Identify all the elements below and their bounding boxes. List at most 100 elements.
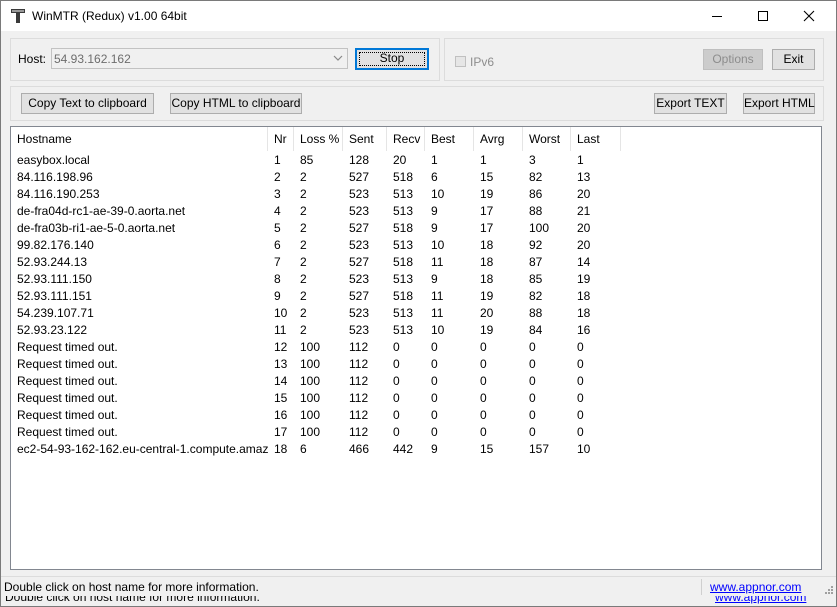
cell-hostname[interactable]: 52.93.244.13 [11,254,268,271]
copy-html-button[interactable]: Copy HTML to clipboard [170,93,302,114]
cell-worst: 82 [529,289,543,303]
copy-text-button[interactable]: Copy Text to clipboard [21,93,154,114]
cell-best: 0 [431,425,438,439]
cell-hostname[interactable]: Request timed out. [11,339,268,356]
cell-loss: 100 [300,357,321,371]
title-bar[interactable]: WinMTR (Redux) v1.00 64bit [1,1,836,31]
chevron-down-icon[interactable] [333,53,343,63]
cell-hostname[interactable]: 52.93.23.122 [11,322,268,339]
appnor-link-artifact: www.appnor.com [715,596,807,604]
table-row[interactable]: de-fra03b-ri1-ae-5-0.aorta.net 5 2 527 518 9 1… [11,220,821,237]
column-header-worst[interactable]: Worst [523,127,571,151]
export-text-button[interactable]: Export TEXT [654,93,727,114]
cell-hostname[interactable]: ec2-54-93-162-162.eu-central-1.compute.a… [11,441,268,458]
table-row[interactable]: 52.93.244.13 7 2 527 518 11 18 87 14 [11,254,821,271]
table-row[interactable]: Request timed out. 14 100 112 0 0 0 0 0 [11,373,821,390]
table-row[interactable]: ec2-54-93-162-162.eu-central-1.compute.a… [11,441,821,458]
table-row[interactable]: 84.116.190.253 3 2 523 513 10 19 86 20 [11,186,821,203]
cell-last: 16 [577,323,591,337]
table-row[interactable]: 52.93.111.150 8 2 523 513 9 18 85 19 [11,271,821,288]
column-header-loss[interactable]: Loss % [294,127,343,151]
maximize-button[interactable] [740,1,786,31]
resize-grip-icon[interactable] [824,585,834,595]
appnor-link[interactable]: www.appnor.com [710,580,801,594]
table-row[interactable]: Request timed out. 17 100 112 0 0 0 0 0 [11,424,821,441]
host-input[interactable] [54,50,326,67]
exit-button[interactable]: Exit [772,49,815,70]
cell-sent: 523 [349,187,370,201]
table-row[interactable]: de-fra04d-rc1-ae-39-0.aorta.net 4 2 523 513 9… [11,203,821,220]
focus-rectangle [359,52,425,66]
cell-avrg: 15 [480,170,494,184]
status-text-artifact: Double click on host name for more infor… [5,596,260,604]
cell-hostname[interactable]: Request timed out. [11,356,268,373]
cell-loss: 2 [300,204,307,218]
cell-loss: 100 [300,340,321,354]
cell-best: 11 [431,306,444,320]
cell-avrg: 19 [480,187,494,201]
cell-nr: 13 [274,357,288,371]
column-header-avrg[interactable]: Avrg [474,127,523,151]
cell-loss: 100 [300,391,321,405]
table-row[interactable]: 52.93.23.122 11 2 523 513 10 19 84 16 [11,322,821,339]
cell-loss: 100 [300,374,321,388]
cell-last: 18 [577,289,591,303]
cell-hostname[interactable]: 84.116.198.96 [11,169,268,186]
table-row[interactable]: Request timed out. 13 100 112 0 0 0 0 0 [11,356,821,373]
cell-loss: 2 [300,289,307,303]
cell-best: 10 [431,238,445,252]
cell-sent: 523 [349,272,370,286]
cell-hostname[interactable]: Request timed out. [11,390,268,407]
cell-sent: 112 [349,391,369,405]
table-row[interactable]: Request timed out. 12 100 112 0 0 0 0 0 [11,339,821,356]
cell-worst: 157 [529,442,550,456]
trace-results-list[interactable]: Hostname Nr Loss % Sent Recv Best Avrg Worst Las… [10,126,822,570]
column-header-hostname[interactable]: Hostname [11,127,268,151]
cell-hostname[interactable]: Request timed out. [11,407,268,424]
export-html-button[interactable]: Export HTML [743,93,815,114]
table-row[interactable]: 54.239.107.71 10 2 523 513 11 20 88 18 [11,305,821,322]
cell-worst: 86 [529,187,543,201]
cell-hostname[interactable]: Request timed out. [11,373,268,390]
column-header-best[interactable]: Best [425,127,474,151]
table-row[interactable]: Request timed out. 16 100 112 0 0 0 0 0 [11,407,821,424]
cell-hostname[interactable]: 52.93.111.151 [11,288,268,305]
cell-hostname[interactable]: 84.116.190.253 [11,186,268,203]
cell-recv: 0 [393,391,400,405]
cell-hostname[interactable]: 54.239.107.71 [11,305,268,322]
table-row[interactable]: 84.116.198.96 2 2 527 518 6 15 82 13 [11,169,821,186]
options-button[interactable]: Options [703,49,763,70]
cell-sent: 523 [349,306,370,320]
cell-worst: 0 [529,374,536,388]
cell-hostname[interactable]: Request timed out. [11,424,268,441]
cell-recv: 518 [393,255,414,269]
table-row[interactable]: 52.93.111.151 9 2 527 518 11 19 82 18 [11,288,821,305]
minimize-button[interactable] [694,1,740,31]
cell-hostname[interactable]: 52.93.111.150 [11,271,268,288]
stop-button[interactable]: Stop [355,48,429,70]
cell-best: 9 [431,272,438,286]
column-header-recv[interactable]: Recv [387,127,425,151]
cell-hostname[interactable]: easybox.local [11,152,268,169]
table-row[interactable]: easybox.local 1 85 128 20 1 1 3 1 [11,152,821,169]
exit-button-label: Exit [783,52,804,66]
cell-recv: 518 [393,170,414,184]
column-header-sent[interactable]: Sent [343,127,387,151]
cell-hostname[interactable]: 99.82.176.140 [11,237,268,254]
cell-nr: 2 [274,170,281,184]
cell-last: 13 [577,170,591,184]
table-row[interactable]: Request timed out. 15 100 112 0 0 0 0 0 [11,390,821,407]
column-header-last[interactable]: Last [571,127,621,151]
host-combobox[interactable] [51,48,348,69]
cell-last: 10 [577,442,591,456]
ipv6-checkbox[interactable] [455,56,466,67]
column-header-nr[interactable]: Nr [268,127,294,151]
table-row[interactable]: 99.82.176.140 6 2 523 513 10 18 92 20 [11,237,821,254]
cell-last: 0 [577,357,584,371]
cell-hostname[interactable]: de-fra04d-rc1-ae-39-0.aorta.net [11,203,268,220]
cell-hostname[interactable]: de-fra03b-ri1-ae-5-0.aorta.net [11,220,268,237]
cell-nr: 1 [274,153,281,167]
close-button[interactable] [786,1,832,31]
cell-worst: 3 [529,153,536,167]
cell-avrg: 0 [480,357,487,371]
